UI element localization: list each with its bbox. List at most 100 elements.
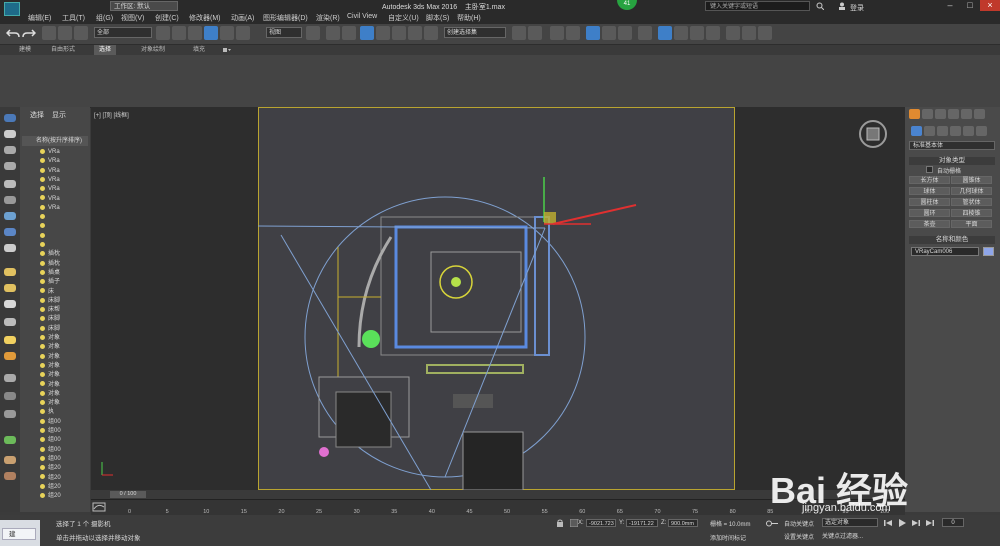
key-selection-dropdown[interactable]: 选定对象: [822, 518, 878, 527]
display-cameras-icon[interactable]: [4, 228, 16, 236]
selection-lock-icon[interactable]: [556, 519, 564, 527]
z-coordinate-field[interactable]: 900.0mm: [668, 519, 698, 527]
menu-customize[interactable]: 自定义(U): [388, 13, 419, 23]
container-icon[interactable]: [4, 436, 16, 444]
menu-help[interactable]: 帮助(H): [457, 13, 481, 23]
angle-snap-icon[interactable]: [376, 26, 390, 40]
render-iterative-icon[interactable]: [690, 26, 704, 40]
visibility-bulb-icon[interactable]: [40, 316, 45, 322]
menu-scripting[interactable]: 脚本(S): [426, 13, 449, 23]
visibility-bulb-icon[interactable]: [40, 446, 45, 452]
geometry-category-icon[interactable]: [911, 126, 922, 136]
visibility-bulb-icon[interactable]: [40, 474, 45, 480]
visibility-bulb-icon[interactable]: [40, 353, 45, 359]
scene-list-item[interactable]: VRa: [22, 185, 88, 194]
redo-icon[interactable]: [22, 27, 37, 39]
x-coordinate-field[interactable]: -9021.723: [586, 519, 616, 527]
visibility-bulb-icon[interactable]: [40, 158, 45, 164]
display-geometry-icon[interactable]: [4, 180, 16, 188]
visibility-bulb-icon[interactable]: [40, 241, 45, 247]
menu-animation[interactable]: 动画(A): [231, 13, 254, 23]
selection-filter-dropdown[interactable]: 全部: [94, 27, 152, 38]
snaps-toggle-icon[interactable]: [360, 26, 374, 40]
auto-key-button[interactable]: 自动关键点: [784, 519, 814, 528]
scene-list-item[interactable]: [22, 213, 88, 222]
display-groups-icon[interactable]: [4, 284, 16, 292]
taskbar-button[interactable]: 建: [2, 528, 36, 540]
menu-create[interactable]: 创建(C): [155, 13, 179, 23]
object-type-rollout-header[interactable]: 对象类型: [909, 157, 995, 165]
menu-rendering[interactable]: 渲染(R): [316, 13, 340, 23]
scene-list-item[interactable]: 床: [22, 288, 88, 297]
scene-list-item[interactable]: 对象: [22, 334, 88, 343]
display-xrefs-icon[interactable]: [4, 300, 16, 308]
find-icon[interactable]: [4, 472, 16, 480]
visibility-bulb-icon[interactable]: [40, 195, 45, 201]
render-production-icon[interactable]: [674, 26, 688, 40]
menu-tools[interactable]: 工具(T): [62, 13, 85, 23]
scene-list-item[interactable]: VRa: [22, 204, 88, 213]
absolute-mode-icon[interactable]: [569, 518, 579, 528]
visibility-bulb-icon[interactable]: [40, 223, 45, 229]
visibility-bulb-icon[interactable]: [40, 455, 45, 461]
time-slider-thumb[interactable]: 0 / 100: [110, 491, 146, 498]
visibility-bulb-icon[interactable]: [40, 260, 45, 266]
graphite-ribbon-icon[interactable]: [566, 26, 580, 40]
scene-list-item[interactable]: [22, 232, 88, 241]
visibility-bulb-icon[interactable]: [40, 400, 45, 406]
object-color-swatch[interactable]: [983, 247, 994, 256]
tube-button[interactable]: 管状体: [951, 198, 992, 206]
visibility-bulb-icon[interactable]: [40, 325, 45, 331]
display-shapes-icon[interactable]: [4, 196, 16, 204]
visibility-bulb-icon[interactable]: [40, 307, 45, 313]
scene-list-item[interactable]: 组20: [22, 464, 88, 473]
visibility-bulb-icon[interactable]: [40, 269, 45, 275]
scene-list-item[interactable]: 插桌: [22, 269, 88, 278]
layer-icon[interactable]: [4, 410, 16, 418]
mirror-icon[interactable]: [512, 26, 526, 40]
scene-list-item[interactable]: 对象: [22, 381, 88, 390]
vray-frame-buffer-icon[interactable]: [742, 26, 756, 40]
display-tab-icon[interactable]: [961, 109, 972, 119]
mini-curve-editor-icon[interactable]: [92, 502, 106, 512]
spinner-snap-icon[interactable]: [408, 26, 422, 40]
workspace-selector[interactable]: 工作区: 默认: [110, 1, 178, 11]
reference-coordinate-dropdown[interactable]: 视图: [266, 27, 302, 38]
name-color-rollout-header[interactable]: 名称和颜色: [909, 236, 995, 244]
visibility-bulb-icon[interactable]: [40, 214, 45, 220]
cameras-category-icon[interactable]: [950, 126, 961, 136]
shapes-category-icon[interactable]: [924, 126, 935, 136]
vray-settings-icon[interactable]: [758, 26, 772, 40]
scene-list-item[interactable]: 对象: [22, 390, 88, 399]
material-editor-icon[interactable]: [618, 26, 632, 40]
object-name-field[interactable]: VRayCam006: [911, 247, 979, 256]
scene-list-item[interactable]: 组00: [22, 455, 88, 464]
scene-list-item[interactable]: 床帮: [22, 306, 88, 315]
hierarchy-list-icon[interactable]: [4, 162, 16, 170]
hide-icon[interactable]: [4, 392, 16, 400]
scene-list-item[interactable]: 组20: [22, 483, 88, 492]
scene-tab-display[interactable]: 显示: [52, 110, 66, 120]
menu-views[interactable]: 视图(V): [121, 13, 144, 23]
ribbon-tab-object-paint[interactable]: 对象绘制: [136, 45, 170, 55]
visibility-bulb-icon[interactable]: [40, 483, 45, 489]
scene-list-item[interactable]: 执: [22, 408, 88, 417]
torus-button[interactable]: 圆环: [909, 209, 950, 217]
align-icon[interactable]: [528, 26, 542, 40]
undo-icon[interactable]: [5, 27, 20, 39]
visibility-bulb-icon[interactable]: [40, 288, 45, 294]
ribbon-tab-modeling[interactable]: 建模: [14, 45, 36, 55]
display-lights-icon[interactable]: [4, 212, 16, 220]
visibility-bulb-icon[interactable]: [40, 390, 45, 396]
scene-list-item[interactable]: 组00: [22, 446, 88, 455]
percent-snap-icon[interactable]: [392, 26, 406, 40]
plane-button[interactable]: 平面: [951, 220, 992, 228]
menu-modifiers[interactable]: 修改器(M): [189, 13, 221, 23]
scene-list-item[interactable]: 插枕: [22, 250, 88, 259]
user-icon[interactable]: [838, 2, 846, 10]
visibility-bulb-icon[interactable]: [40, 465, 45, 471]
scene-list-item[interactable]: [22, 241, 88, 250]
visibility-bulb-icon[interactable]: [40, 204, 45, 210]
create-tab-icon[interactable]: [909, 109, 920, 119]
scene-tab-select[interactable]: 选择: [30, 110, 44, 120]
